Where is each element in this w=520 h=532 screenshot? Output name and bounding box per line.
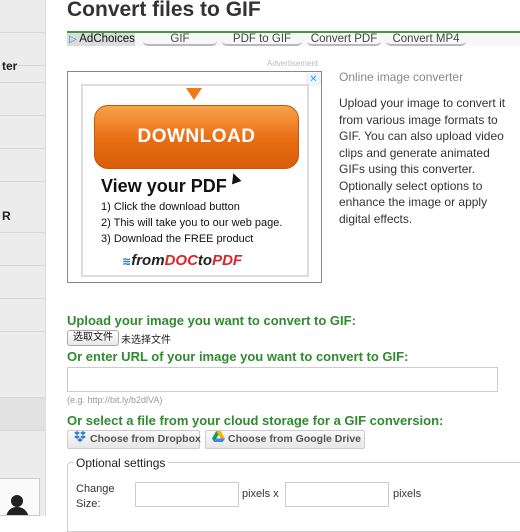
adchoices-label: AdChoices — [79, 33, 135, 45]
person-silhouette-icon — [6, 495, 29, 515]
sidebar-item[interactable] — [0, 83, 46, 116]
advertisement[interactable]: ✕ DOWNLOAD View your PDF 1) Click the do… — [67, 71, 322, 283]
ad-logo: ≋fromDOCtoPDF — [122, 252, 243, 269]
dropbox-button[interactable]: Choose from Dropbox — [67, 430, 201, 449]
pixels-x-label: pixels x — [242, 488, 279, 500]
sidebar-item[interactable] — [0, 149, 46, 182]
avatar[interactable] — [0, 478, 40, 516]
ad-links-bar: ▷ AdChoices GIF PDF to GIF Convert PDF C… — [67, 31, 520, 46]
down-arrow-icon — [186, 88, 202, 100]
sidebar-item[interactable]: ter — [0, 50, 46, 83]
sidebar-item[interactable] — [0, 266, 46, 299]
change-size-label: Change Size: — [76, 483, 115, 510]
url-hint: (e.g. http://bit.ly/b2dlVA) — [67, 395, 163, 405]
url-title: Or enter URL of your image you want to c… — [67, 349, 409, 364]
height-input[interactable] — [285, 482, 389, 507]
width-input[interactable] — [135, 482, 239, 507]
sidebar-item[interactable]: R — [0, 200, 46, 233]
sidebar-item[interactable] — [0, 365, 46, 398]
optional-settings-legend: Optional settings — [73, 456, 169, 470]
ad-step: 1) Click the download button — [101, 201, 240, 213]
dropbox-label: Choose from Dropbox — [90, 433, 201, 445]
ad-headline: View your PDF — [101, 176, 227, 196]
upload-title: Upload your image you want to convert to… — [67, 313, 356, 328]
description-title: Online image converter — [339, 70, 464, 84]
left-sidebar: ter R — [0, 0, 46, 516]
ad-step: 3) Download the FREE product — [101, 233, 254, 245]
adchoices-icon: ▷ — [69, 34, 77, 45]
ad-link-convert-mp4[interactable]: Convert MP4 — [386, 33, 466, 46]
sidebar-item[interactable] — [0, 233, 46, 266]
cloud-title: Or select a file from your cloud storage… — [67, 413, 444, 428]
url-input[interactable] — [67, 367, 498, 392]
file-status: 未选择文件 — [121, 335, 171, 346]
page-title: Convert files to GIF — [67, 0, 261, 21]
sidebar-item[interactable] — [0, 116, 46, 149]
ad-link-gif[interactable]: GIF — [143, 33, 217, 46]
choose-file-button[interactable]: 选取文件 — [67, 330, 119, 346]
google-drive-button[interactable]: Choose from Google Drive — [205, 430, 365, 449]
sidebar-item[interactable] — [0, 299, 46, 332]
ad-link-convert-pdf[interactable]: Convert PDF — [307, 33, 381, 46]
ad-caption: Advertisement — [267, 59, 319, 68]
description-body: Upload your image to convert it from var… — [339, 96, 506, 226]
sidebar-item[interactable] — [0, 398, 46, 431]
ad-step: 2) This will take you to our web page. — [101, 217, 283, 229]
dropbox-icon — [73, 431, 87, 448]
pixels-label: pixels — [393, 488, 422, 500]
sidebar-item[interactable] — [0, 0, 46, 33]
google-drive-label: Choose from Google Drive — [228, 433, 362, 445]
adchoices-button[interactable]: ▷ AdChoices — [67, 33, 135, 46]
swoosh-icon: ≋ — [122, 256, 132, 268]
ad-link-pdf-to-gif[interactable]: PDF to GIF — [222, 33, 302, 46]
ad-download-button[interactable]: DOWNLOAD — [94, 105, 299, 169]
google-drive-icon — [211, 431, 225, 448]
